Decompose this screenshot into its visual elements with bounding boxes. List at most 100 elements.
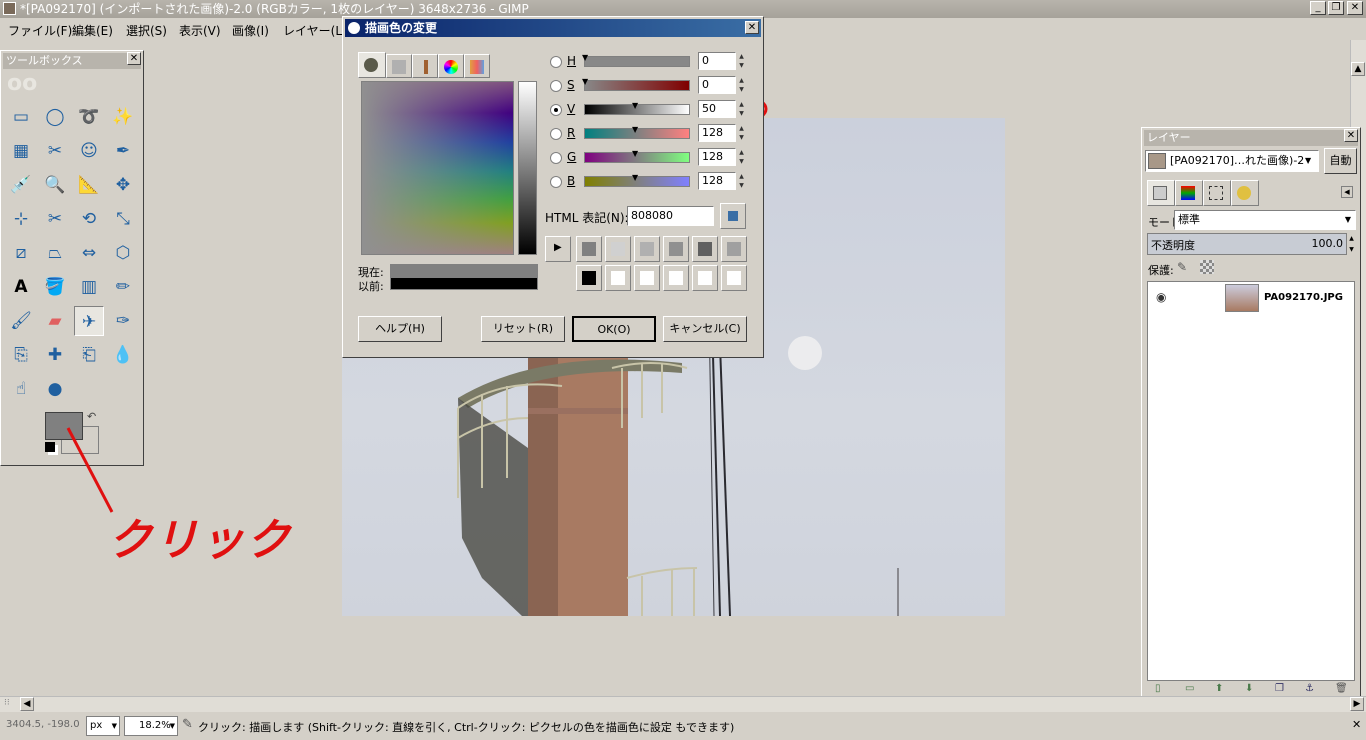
cancel-button[interactable]: キャンセル(C) [663,316,747,342]
spin-r-arrows-icon[interactable]: ▲ ▼ [736,124,747,142]
tool-pencil-icon[interactable]: ✏ [108,272,138,302]
new-group-icon[interactable]: ▭ [1185,683,1194,694]
history-swatch[interactable] [663,236,689,262]
tool-color-picker-icon[interactable]: 💉 [6,170,36,200]
slider-r-marker-icon[interactable]: ▼ [632,125,638,134]
slider-v[interactable]: ▼ [584,101,690,115]
tool-perspective-clone-icon[interactable]: ⎗ [74,340,104,370]
tool-paths-icon[interactable]: ✒ [108,136,138,166]
radio-s[interactable] [550,80,562,92]
radio-g[interactable] [550,152,562,164]
radio-v[interactable] [550,104,562,116]
tool-blur-icon[interactable]: 💧 [108,340,138,370]
history-swatch[interactable] [663,265,689,291]
help-button[interactable]: ヘルプ(H) [358,316,442,342]
ok-button[interactable]: OK(O) [572,316,656,342]
tab-color-wheel-icon[interactable] [438,54,464,78]
undo-tab-icon[interactable] [1231,180,1259,206]
tool-smudge-icon[interactable]: ☝ [6,374,36,404]
scroll-up-icon[interactable]: ▲ [1351,62,1365,76]
mode-select[interactable]: 標準 ▼ [1174,210,1356,230]
history-swatch[interactable] [576,236,602,262]
tab-palette-icon[interactable] [464,54,490,78]
slider-h-marker-icon[interactable]: ▼ [582,53,588,62]
tab-cmyk-selector-icon[interactable] [386,54,412,78]
history-swatch[interactable] [721,265,747,291]
tool-move-icon[interactable]: ✥ [108,170,138,200]
tool-fuzzy-select-icon[interactable]: ✨ [108,102,138,132]
horizontal-scrollbar[interactable] [0,696,1366,712]
tool-ellipse-select-icon[interactable]: ◯ [40,102,70,132]
dock-menu-icon[interactable]: ◀ [1341,186,1353,198]
tool-select-by-color-icon[interactable]: ▦ [6,136,36,166]
tool-crop-icon[interactable]: ✂ [40,204,70,234]
opacity-slider[interactable]: 不透明度 100.0 [1147,233,1347,255]
tool-scissors-icon[interactable]: ✂ [40,136,70,166]
menu-file[interactable]: ファイル(F) [8,22,72,39]
tool-free-select-icon[interactable]: ➰ [74,102,104,132]
slider-b[interactable]: ▼ [584,173,690,187]
image-select[interactable]: [PA092170]…れた画像)-2 [1145,150,1319,172]
layers-tab-icon[interactable] [1147,180,1175,206]
close-button[interactable]: ✕ [1347,1,1363,15]
tool-blend-icon[interactable]: ▥ [74,272,104,302]
dialog-close-button[interactable]: ✕ [745,21,759,34]
spin-v-arrows-icon[interactable]: ▲ ▼ [736,100,747,118]
lock-pixels-icon[interactable]: ✎ [1177,260,1191,274]
spin-b-arrows-icon[interactable]: ▲ ▼ [736,172,747,190]
tool-paintbrush-icon[interactable]: 🖌 [6,306,36,336]
tool-bucket-fill-icon[interactable]: 🪣 [40,272,70,302]
history-swatch[interactable] [634,265,660,291]
spin-h-arrows-icon[interactable]: ▲ ▼ [736,52,747,70]
spin-b[interactable]: 128 [698,172,736,190]
tool-airbrush-icon[interactable]: ✈ [74,306,104,336]
scroll-left-icon[interactable]: ◀ [20,697,34,711]
menu-select[interactable]: 選択(S) [126,22,167,39]
tool-dodge-burn-icon[interactable]: ● [40,374,70,404]
tab-gimp-selector-icon[interactable] [358,52,386,78]
new-layer-icon[interactable]: ▯ [1155,683,1161,694]
spin-h[interactable]: 0 [698,52,736,70]
slider-v-marker-icon[interactable]: ▼ [632,101,638,110]
toolbox-close-button[interactable]: ✕ [127,52,141,65]
layer-visibility-eye-icon[interactable]: ◉ [1156,290,1166,304]
tab-watercolor-selector-icon[interactable] [412,54,438,78]
paths-tab-icon[interactable] [1203,180,1231,206]
history-swatch[interactable] [721,236,747,262]
value-strip[interactable] [518,81,537,255]
restore-button[interactable]: ❐ [1328,1,1344,15]
unit-select[interactable]: px ▼ [86,716,120,736]
slider-g-marker-icon[interactable]: ▼ [632,149,638,158]
spin-s[interactable]: 0 [698,76,736,94]
history-swatch[interactable] [692,236,718,262]
swap-colors-icon[interactable]: ↶ [87,410,96,423]
history-swatch[interactable] [634,236,660,262]
tool-foreground-select-icon[interactable]: ☺ [74,136,104,166]
raise-layer-icon[interactable]: ⬆ [1215,683,1223,694]
eyedropper-button[interactable] [720,203,746,229]
delete-layer-icon[interactable]: 🗑 [1335,683,1348,694]
slider-s[interactable]: ▼ [582,77,690,91]
slider-h[interactable]: ▼ [582,53,690,67]
tool-flip-icon[interactable]: ⇔ [74,238,104,268]
spin-r[interactable]: 128 [698,124,736,142]
spin-g[interactable]: 128 [698,148,736,166]
radio-h[interactable] [550,56,562,68]
tool-heal-icon[interactable]: ✚ [40,340,70,370]
tool-align-icon[interactable]: ⊹ [6,204,36,234]
default-colors-icon[interactable] [45,442,55,452]
anchor-layer-icon[interactable]: ⚓ [1305,683,1314,694]
duplicate-layer-icon[interactable]: ❐ [1275,683,1284,694]
tool-ink-icon[interactable]: ✑ [108,306,138,336]
layer-row[interactable]: ◉ PA092170.JPG [1148,282,1354,314]
tool-scale-icon[interactable]: ⤡ [108,204,138,234]
minimize-button[interactable]: _ [1310,1,1326,15]
auto-button[interactable]: 自動 [1324,148,1357,174]
menu-edit[interactable]: 編集(E) [72,22,113,39]
foreground-color-swatch[interactable] [45,412,83,440]
history-swatch[interactable] [605,236,631,262]
lower-layer-icon[interactable]: ⬇ [1245,683,1253,694]
html-notation-input[interactable]: 808080 [627,206,714,226]
spin-v[interactable]: 50 [698,100,736,118]
cancel-status-icon[interactable]: ✕ [1352,718,1361,731]
